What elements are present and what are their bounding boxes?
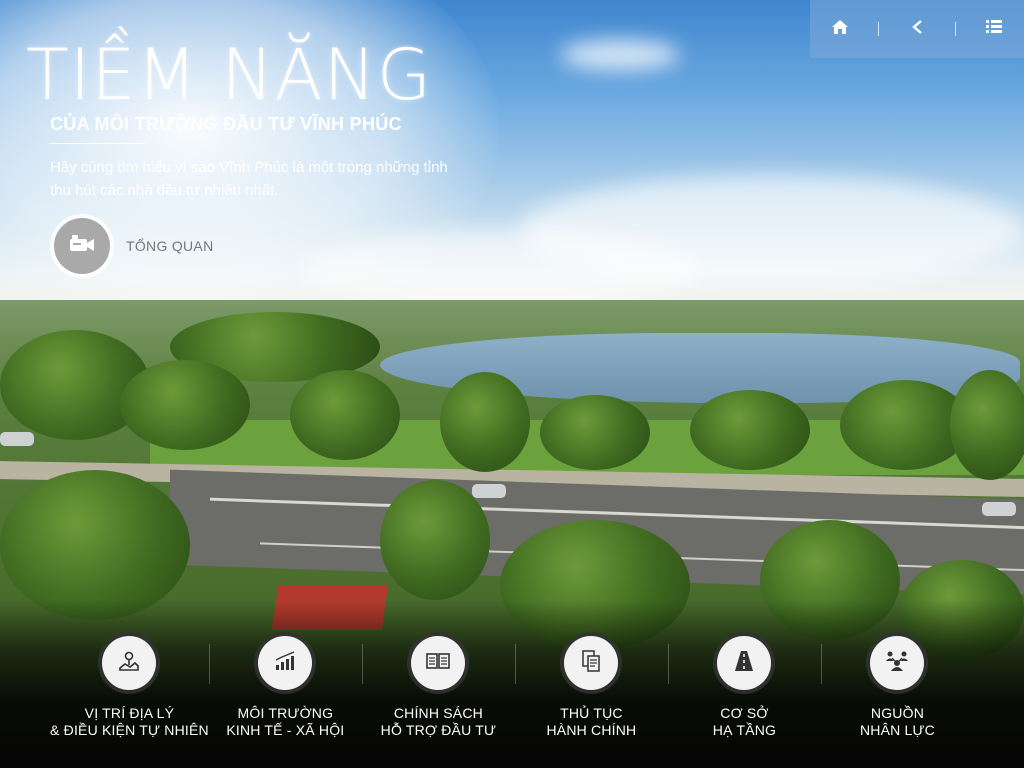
- nav-human-resources[interactable]: NGUỒN NHÂN LỰC: [820, 632, 974, 742]
- nav-label-line: HÀNH CHÍNH: [546, 722, 637, 738]
- nav-label-line: HẠ TẦNG: [712, 722, 777, 738]
- nav-label-line: NGUỒN: [870, 705, 925, 721]
- nav-icon-ring: [98, 632, 161, 694]
- bottom-navigation: VỊ TRÍ ĐỊA LÝ & ĐIỀU KIỆN TỰ NHIÊN MÔI T…: [50, 632, 974, 742]
- nav-label-line: & ĐIỀU KIỆN TỰ NHIÊN: [50, 722, 209, 738]
- tree: [120, 360, 250, 450]
- nav-icon-circle: [717, 636, 772, 690]
- nav-economy[interactable]: MÔI TRƯỜNG KINH TẾ - XÃ HỘI: [208, 632, 362, 742]
- menu-button[interactable]: [972, 9, 1016, 49]
- page-title: TIỀM NĂNG: [26, 34, 433, 116]
- tree: [440, 372, 530, 472]
- nav-administrative-procedures[interactable]: THỦ TỤC HÀNH CHÍNH: [514, 632, 668, 742]
- nav-label-line: NHÂN LỰC: [859, 722, 935, 738]
- nav-infrastructure[interactable]: CƠ SỞ HẠ TẦNG: [667, 632, 821, 742]
- nav-icon-circle: [258, 636, 313, 690]
- home-icon: [831, 19, 849, 40]
- nav-investment-policy[interactable]: CHÍNH SÁCH HỖ TRỢ ĐẦU TƯ: [361, 632, 515, 742]
- tree: [690, 390, 810, 470]
- nav-label-line: MÔI TRƯỜNG: [237, 705, 334, 721]
- nav-icon-circle: [564, 636, 619, 690]
- nav-label: CHÍNH SÁCH HỖ TRỢ ĐẦU TƯ: [381, 705, 497, 739]
- back-button[interactable]: [895, 9, 939, 49]
- nav-label: VỊ TRÍ ĐỊA LÝ & ĐIỀU KIỆN TỰ NHIÊN: [50, 705, 209, 739]
- nav-icon-ring: [866, 632, 929, 694]
- title-divider: [50, 143, 145, 144]
- nav-label-line: VỊ TRÍ ĐỊA LÝ: [84, 705, 175, 721]
- road-icon: [734, 650, 754, 677]
- tree: [950, 370, 1024, 480]
- overview-ring: [50, 214, 114, 278]
- intro-line: Hãy cùng tìm hiểu vì sao Vĩnh Phúc là mộ…: [50, 159, 448, 176]
- tree: [380, 480, 490, 600]
- intro-line: thu hút các nhà đầu tư nhiều nhất.: [50, 182, 279, 199]
- nav-label-line: CHÍNH SÁCH: [393, 705, 483, 721]
- nav-label-line: KINH TẾ - XÃ HỘI: [226, 722, 345, 738]
- tree: [290, 370, 400, 460]
- intro-text: Hãy cùng tìm hiểu vì sao Vĩnh Phúc là mộ…: [50, 156, 570, 202]
- tree: [0, 470, 190, 620]
- nav-label-line: HỖ TRỢ ĐẦU TƯ: [380, 722, 497, 738]
- home-button[interactable]: [818, 9, 862, 49]
- people-icon: [885, 650, 909, 677]
- bar-chart-icon: [274, 650, 296, 676]
- open-book-icon: [426, 652, 451, 675]
- nav-icon-ring: [407, 632, 470, 694]
- nav-icon-ring: [560, 632, 623, 694]
- top-toolbar: [810, 0, 1024, 58]
- car: [0, 432, 34, 446]
- cloud: [300, 230, 700, 310]
- nav-icon-ring: [713, 632, 776, 694]
- nav-icon-circle: [870, 636, 925, 690]
- back-icon: [911, 19, 923, 40]
- nav-label: THỦ TỤC HÀNH CHÍNH: [546, 705, 636, 739]
- overview-button[interactable]: TỔNG QUAN: [50, 214, 213, 278]
- tree: [540, 395, 650, 470]
- overview-label: TỔNG QUAN: [126, 238, 214, 254]
- video-camera-icon: [68, 234, 96, 259]
- page-subtitle: CỦA MÔI TRƯỜNG ĐẦU TƯ VĨNH PHÚC: [50, 114, 402, 134]
- nav-icon-circle: [411, 636, 466, 690]
- car: [472, 484, 506, 498]
- cloud: [560, 40, 680, 70]
- map-pin-icon: [118, 650, 140, 677]
- overview-icon-circle: [54, 218, 110, 274]
- nav-label-line: CƠ SỞ: [720, 705, 769, 721]
- toolbar-divider: [955, 22, 956, 36]
- nav-geography[interactable]: VỊ TRÍ ĐỊA LÝ & ĐIỀU KIỆN TỰ NHIÊN: [50, 632, 209, 742]
- nav-label: MÔI TRƯỜNG KINH TẾ - XÃ HỘI: [226, 705, 344, 739]
- nav-icon-ring: [254, 632, 317, 694]
- nav-icon-circle: [102, 636, 157, 690]
- car: [982, 502, 1016, 516]
- documents-icon: [581, 649, 601, 677]
- list-icon: [986, 19, 1002, 39]
- nav-label: NGUỒN NHÂN LỰC: [860, 705, 935, 739]
- toolbar-divider: [878, 22, 879, 36]
- nav-label-line: THỦ TỤC: [560, 705, 623, 721]
- nav-label: CƠ SỞ HẠ TẦNG: [713, 705, 776, 739]
